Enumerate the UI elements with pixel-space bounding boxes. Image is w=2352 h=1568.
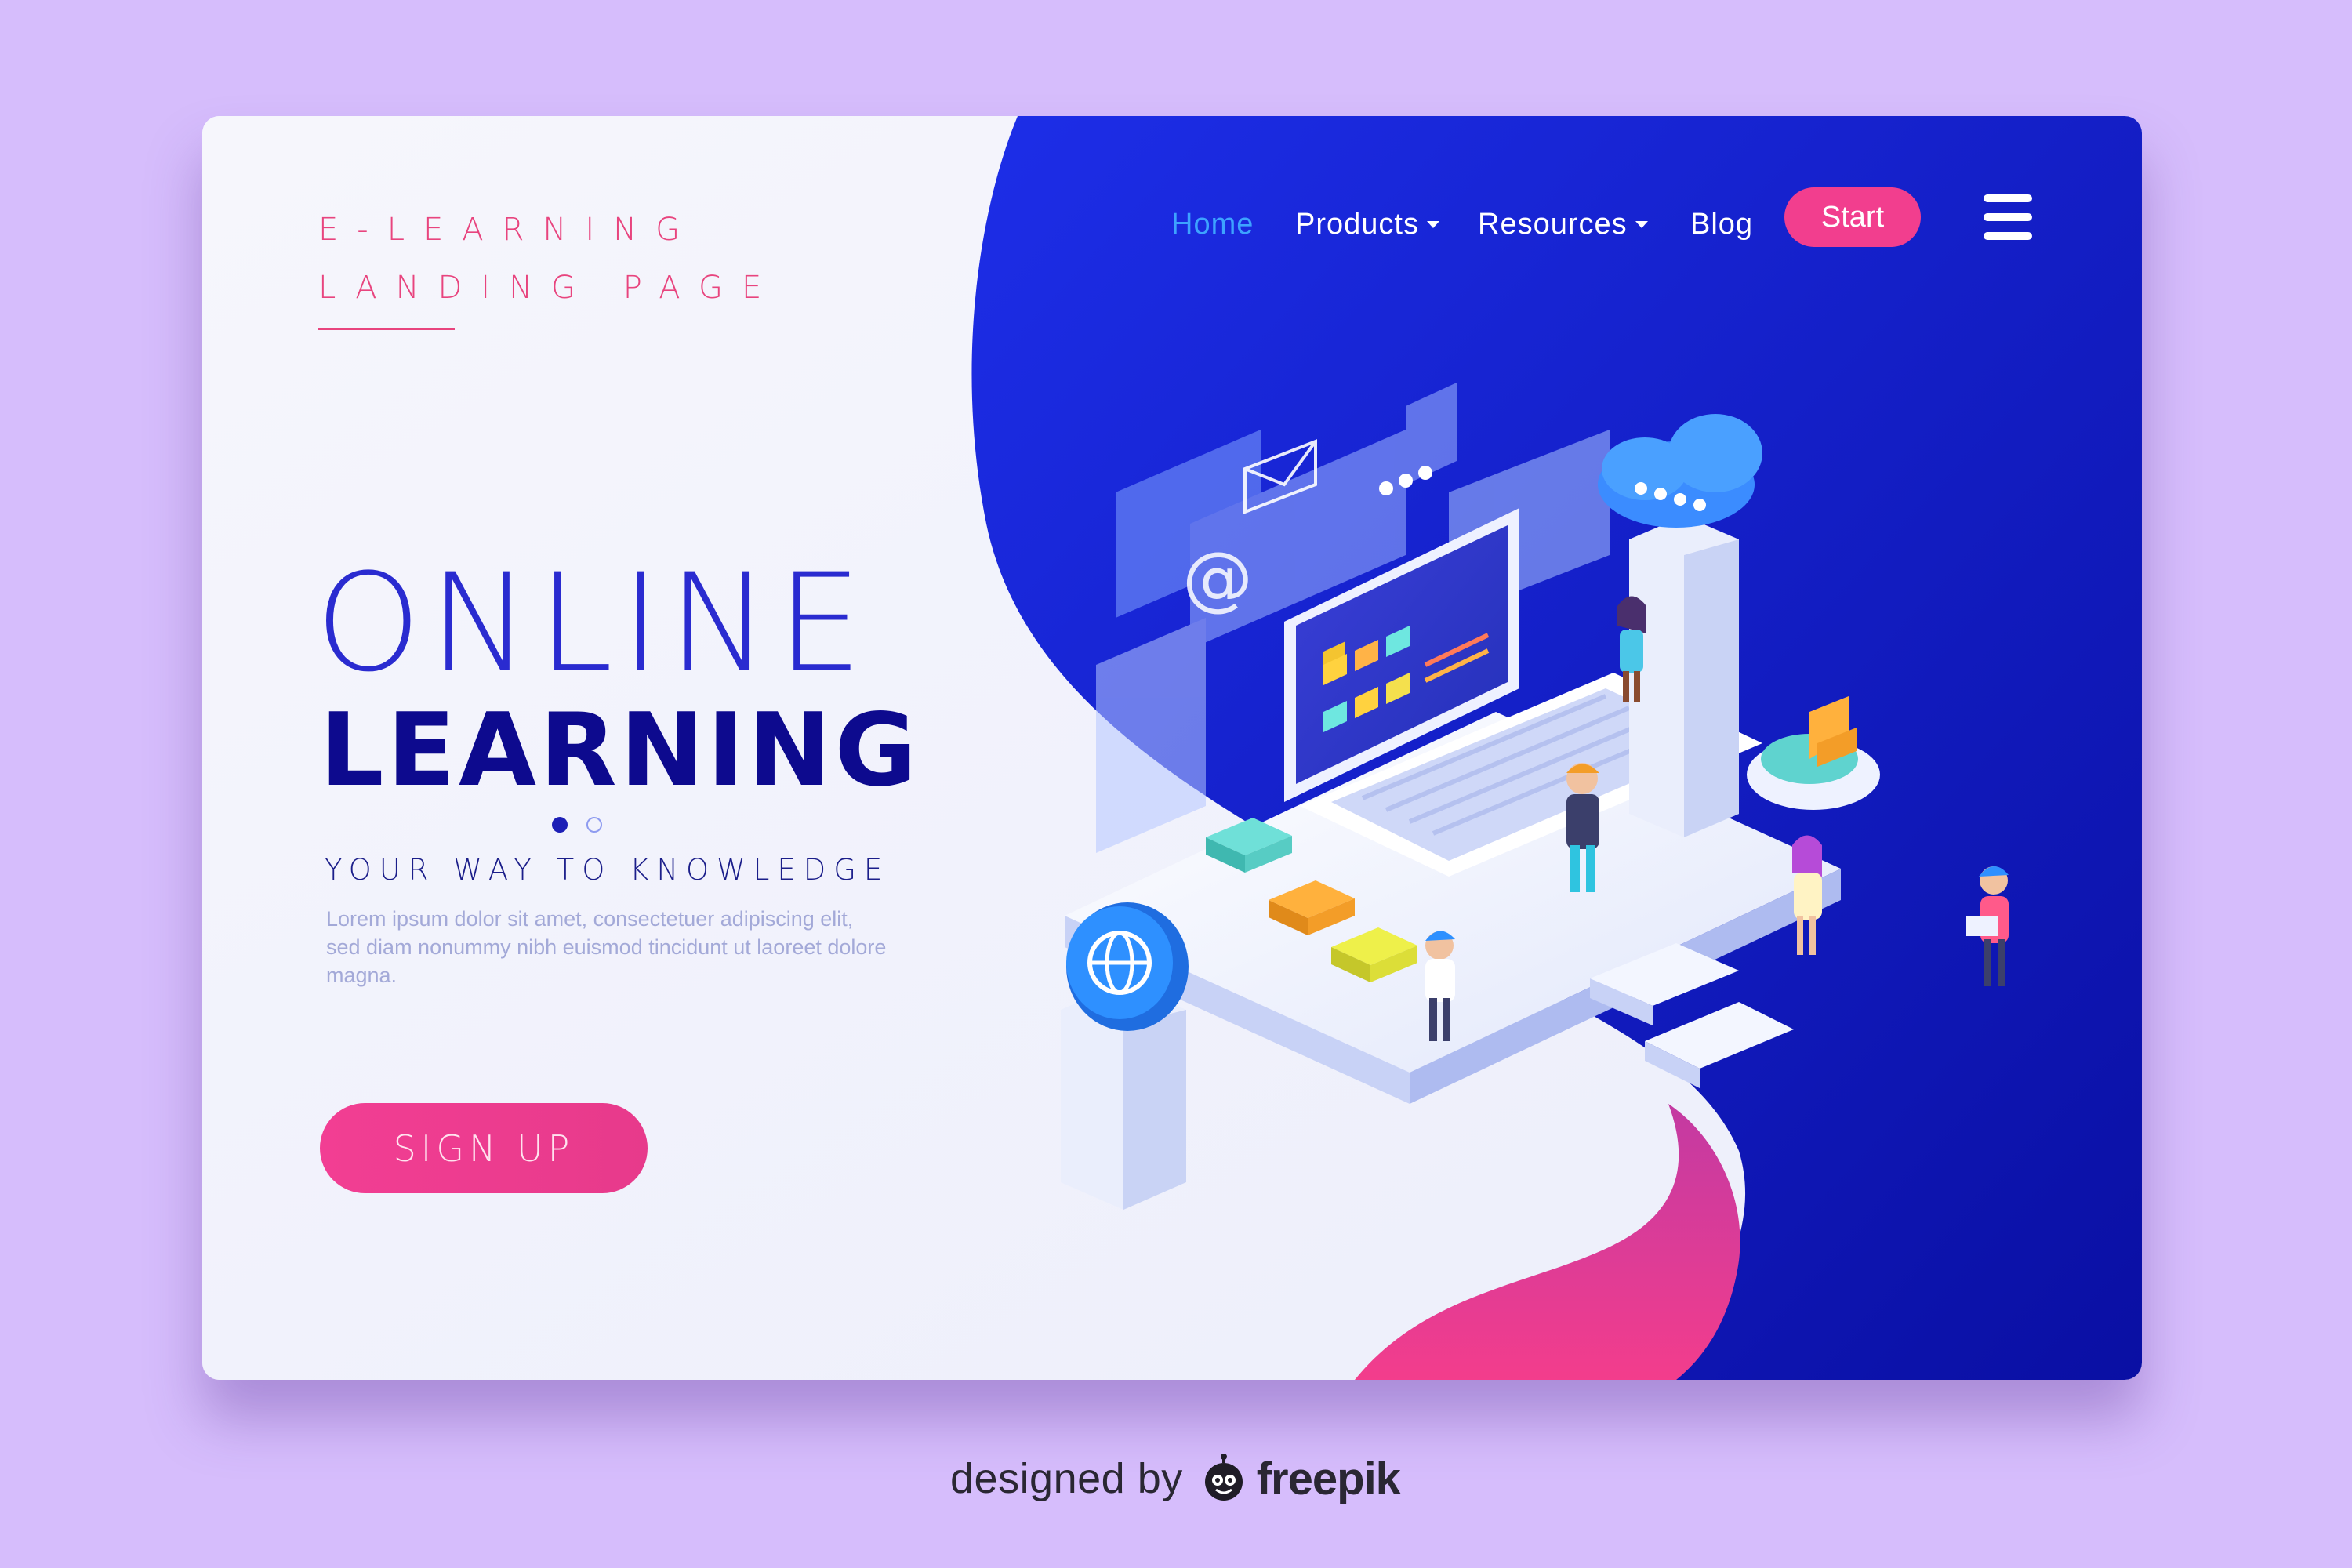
nav-resources[interactable]: Resources (1478, 191, 1648, 257)
nav-products-label: Products (1295, 207, 1419, 241)
nav-resources-label: Resources (1478, 207, 1628, 241)
credit-prefix: designed by (950, 1455, 1183, 1502)
brand-line-2: LANDING PAGE (318, 270, 781, 306)
chevron-down-icon (1635, 220, 1648, 228)
sign-up-button[interactable]: SIGN UP (320, 1103, 648, 1193)
slider-dot-active[interactable] (552, 817, 568, 833)
hero-tagline: YOUR WAY TO KNOWLEDGE (325, 853, 891, 887)
chevron-down-icon (1426, 220, 1439, 228)
at-sign-icon: @ (1182, 537, 1253, 619)
globe-icon (1066, 902, 1189, 1031)
hero-title-thin: ONLINE (315, 544, 870, 702)
nav-blog[interactable]: Blog (1690, 191, 1753, 257)
landing-card: @ E-LEARNING LANDING PAGE Home Products … (202, 116, 2142, 1380)
hero-description: Lorem ipsum dolor sit amet, consectetuer… (326, 907, 887, 987)
nav-products[interactable]: Products (1295, 191, 1439, 257)
credit-brand: freepik (1256, 1453, 1401, 1504)
start-button[interactable]: Start (1784, 187, 1921, 247)
nav-home-label: Home (1171, 207, 1254, 241)
slider-dots (552, 817, 602, 833)
freepik-logo-icon (1204, 1454, 1243, 1501)
nav-home[interactable]: Home (1171, 191, 1254, 257)
brand-underline (318, 328, 455, 330)
designer-credit[interactable]: designed by freepik (950, 1447, 1401, 1510)
hero-title-bold: LEARNING (320, 692, 920, 809)
hamburger-menu-icon[interactable] (1984, 194, 2032, 248)
nav-blog-label: Blog (1690, 207, 1754, 241)
slider-dot[interactable] (586, 817, 602, 833)
